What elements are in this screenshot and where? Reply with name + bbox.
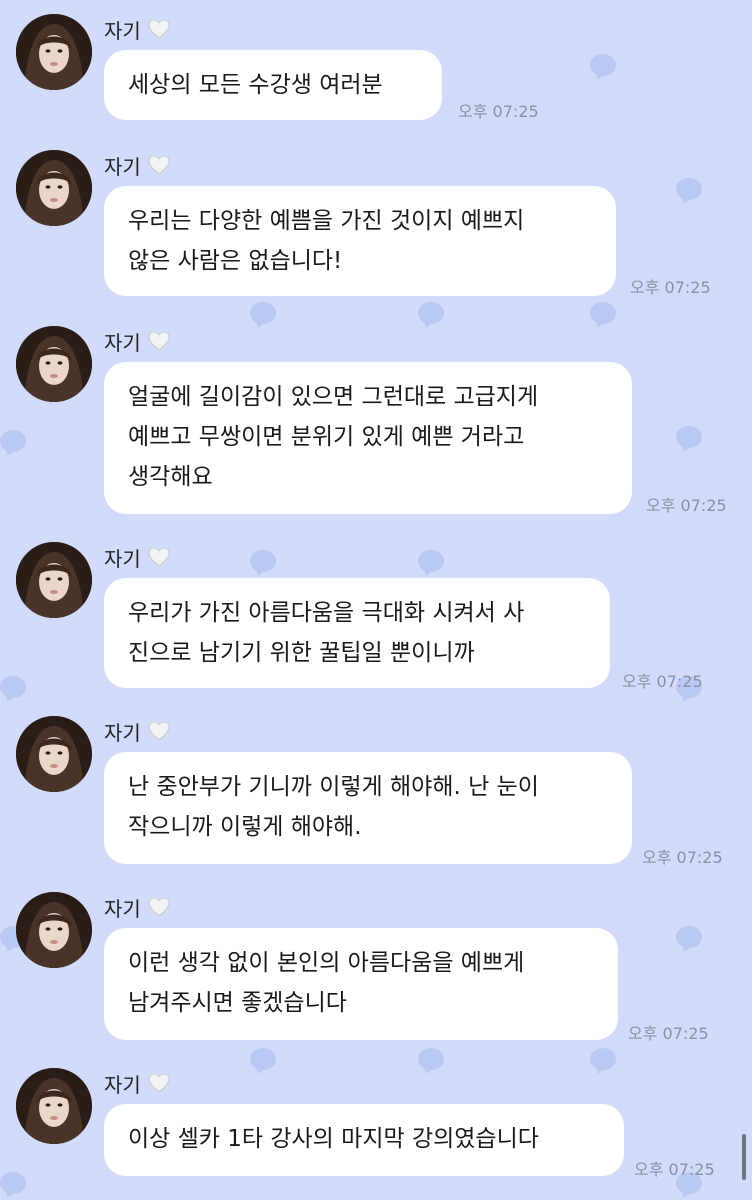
message-timestamp: 오후 07:25 <box>628 1024 709 1043</box>
message-text: 않은 사람은 없습니다! <box>128 248 343 274</box>
sender-name: 자기 <box>104 14 171 44</box>
message-timestamp: 오후 07:25 <box>642 848 723 867</box>
message-text: 진으로 남기기 위한 꿀팁일 뿐이니까 <box>128 640 475 666</box>
avatar[interactable] <box>16 716 92 792</box>
sender-name-label: 자기 <box>104 154 141 179</box>
avatar[interactable] <box>16 1068 92 1144</box>
message-timestamp: 오후 07:25 <box>630 278 711 297</box>
message-bubble[interactable]: 이상 셀카 1타 강사의 마지막 강의였습니다 <box>104 1104 624 1176</box>
sender-name: 자기 <box>104 716 171 746</box>
message-bubble[interactable]: 이런 생각 없이 본인의 아름다움을 예쁘게 남겨주시면 좋겠습니다 <box>104 928 618 1040</box>
message-text: 세상의 모든 수강생 여러분 <box>128 72 383 98</box>
white-heart-icon <box>148 331 170 351</box>
white-heart-icon <box>148 155 170 175</box>
avatar[interactable] <box>16 542 92 618</box>
message-text: 남겨주시면 좋겠습니다 <box>128 990 347 1016</box>
avatar[interactable] <box>16 14 92 90</box>
message-text: 예쁘고 무쌍이면 분위기 있게 예쁜 거라고 <box>128 424 525 450</box>
white-heart-icon <box>148 721 170 741</box>
message-timestamp: 오후 07:25 <box>458 102 539 121</box>
message-timestamp: 오후 07:25 <box>634 1160 715 1179</box>
message-bubble[interactable]: 우리는 다양한 예쁨을 가진 것이지 예쁘지 않은 사람은 없습니다! <box>104 186 616 296</box>
message-text: 난 중안부가 기니까 이렇게 해야해. 난 눈이 <box>128 774 539 800</box>
message-text: 우리가 가진 아름다움을 극대화 시켜서 사 <box>128 600 525 626</box>
white-heart-icon <box>148 897 170 917</box>
sender-name-label: 자기 <box>104 18 141 43</box>
avatar[interactable] <box>16 326 92 402</box>
sender-name: 자기 <box>104 892 171 922</box>
avatar[interactable] <box>16 892 92 968</box>
scrollbar[interactable] <box>742 1134 746 1180</box>
message-text: 우리는 다양한 예쁨을 가진 것이지 예쁘지 <box>128 208 525 234</box>
sender-name: 자기 <box>104 326 171 356</box>
message-text: 이런 생각 없이 본인의 아름다움을 예쁘게 <box>128 950 525 976</box>
message-timestamp: 오후 07:25 <box>646 496 727 515</box>
message-bubble[interactable]: 세상의 모든 수강생 여러분 <box>104 50 442 120</box>
white-heart-icon <box>148 547 170 567</box>
message-timestamp: 오후 07:25 <box>622 672 703 691</box>
message-bubble[interactable]: 얼굴에 길이감이 있으면 그런대로 고급지게 예쁘고 무쌍이면 분위기 있게 예… <box>104 362 632 514</box>
message-text: 이상 셀카 1타 강사의 마지막 강의였습니다 <box>128 1126 539 1152</box>
message-text: 얼굴에 길이감이 있으면 그런대로 고급지게 <box>128 384 539 410</box>
sender-name-label: 자기 <box>104 720 141 745</box>
message-text: 작으니까 이렇게 해야해. <box>128 814 362 840</box>
avatar[interactable] <box>16 150 92 226</box>
message-bubble[interactable]: 우리가 가진 아름다움을 극대화 시켜서 사 진으로 남기기 위한 꿀팁일 뿐이… <box>104 578 610 688</box>
sender-name-label: 자기 <box>104 330 141 355</box>
sender-name-label: 자기 <box>104 896 141 921</box>
sender-name: 자기 <box>104 542 171 572</box>
message-text: 생각해요 <box>128 464 213 490</box>
sender-name: 자기 <box>104 1068 171 1098</box>
white-heart-icon <box>148 1073 170 1093</box>
message-bubble[interactable]: 난 중안부가 기니까 이렇게 해야해. 난 눈이 작으니까 이렇게 해야해. <box>104 752 632 864</box>
sender-name: 자기 <box>104 150 171 180</box>
sender-name-label: 자기 <box>104 1072 141 1097</box>
sender-name-label: 자기 <box>104 546 141 571</box>
white-heart-icon <box>148 19 170 39</box>
